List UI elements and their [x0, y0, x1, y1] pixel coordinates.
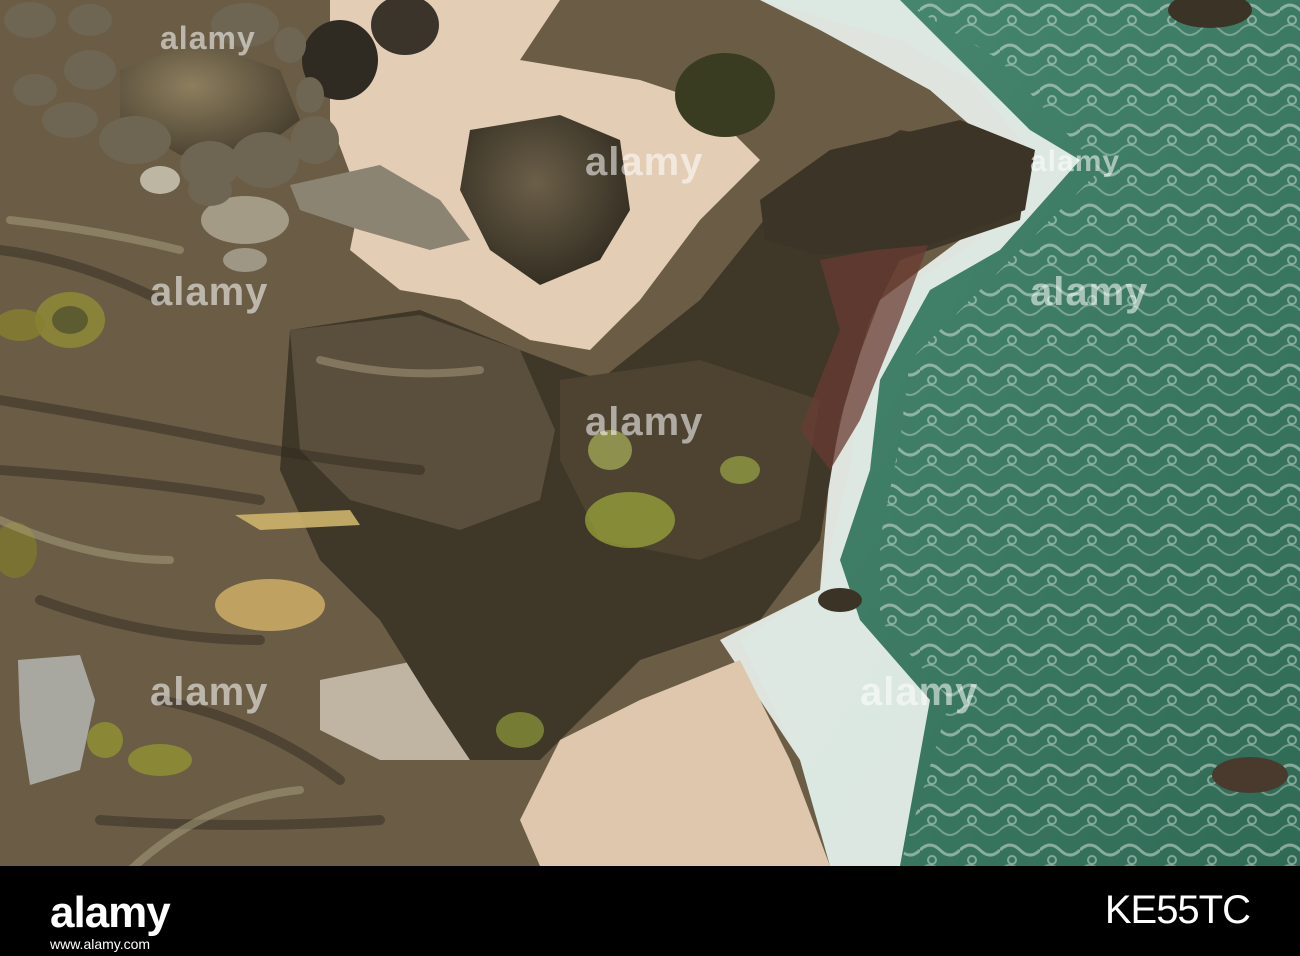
- sea-rock: [818, 588, 862, 612]
- sea-rock: [1212, 757, 1288, 793]
- algae-patch: [720, 456, 760, 484]
- image-id: KE55TC: [1104, 888, 1251, 932]
- stock-photo-frame: alamy alamy alamy alamy alamy alamy alam…: [0, 0, 1300, 956]
- algae-patch: [496, 712, 544, 748]
- algae-patch: [585, 492, 675, 548]
- brand-url[interactable]: www.alamy.com: [50, 936, 150, 952]
- coastline-illustration: [0, 0, 1300, 866]
- brand-logo[interactable]: alamy: [50, 888, 171, 938]
- stock-footer-bar: alamy www.alamy.com KE55TC: [0, 866, 1300, 956]
- boulder-mossy: [675, 53, 775, 137]
- algae-patch: [588, 430, 632, 470]
- aerial-coastline-photo: alamy alamy alamy alamy alamy alamy alam…: [0, 0, 1300, 866]
